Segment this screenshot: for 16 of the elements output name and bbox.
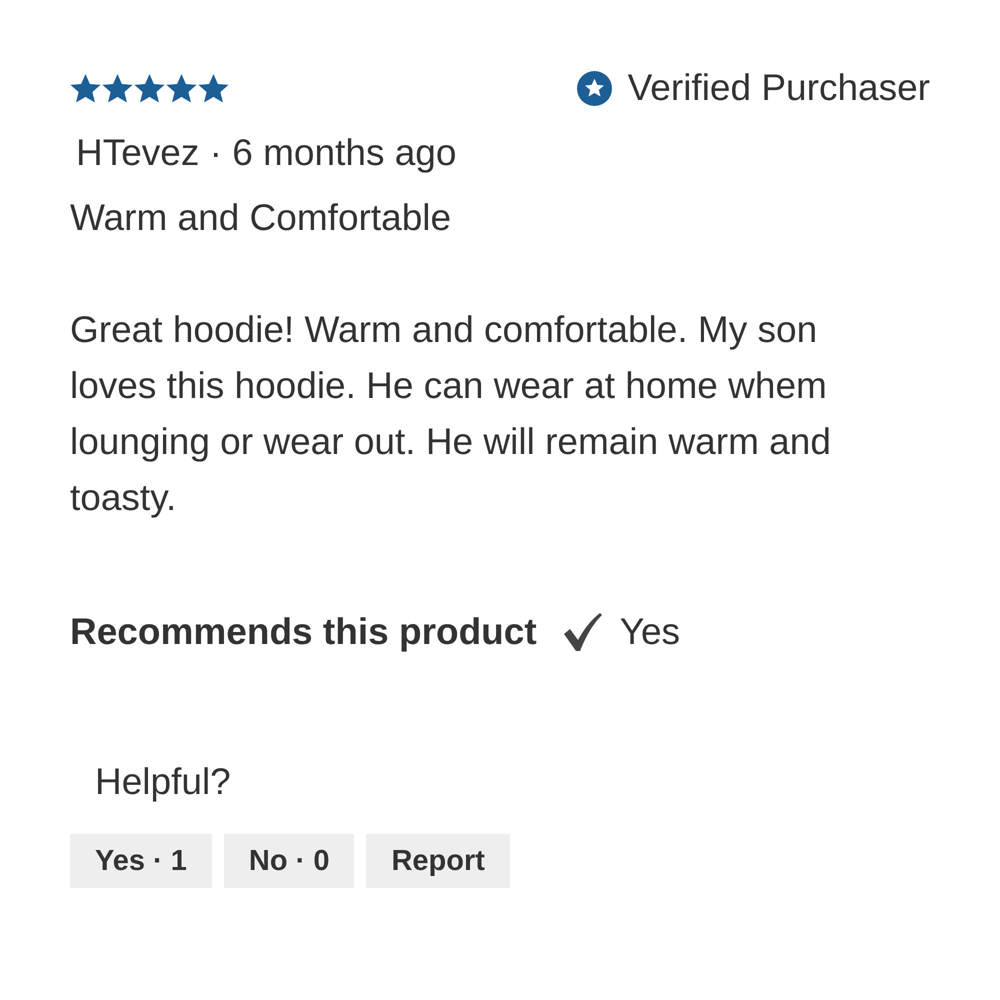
recommends-label: Recommends this product: [70, 611, 537, 653]
review-byline: HTevez · 6 months ago: [76, 133, 458, 173]
recommends-answer: Yes: [620, 611, 680, 653]
star-icon: [102, 74, 133, 102]
verified-badge-icon: [576, 70, 612, 106]
review-title: Warm and Comfortable: [70, 198, 452, 238]
review-text: Great hoodie! Warm and comfortable. My son loves this hoodie. He can wear at home whem lounging or wear out. He will remain warm and toasty.: [70, 308, 832, 520]
vote-button[interactable]: Report: [366, 834, 510, 888]
star-icon: [198, 74, 229, 102]
vote-button[interactable]: No · 0: [224, 834, 354, 888]
vote-button[interactable]: Yes · 1: [70, 834, 212, 888]
helpful-label: Helpful?: [95, 762, 232, 802]
verified-label: Verified Purchaser: [628, 67, 930, 109]
star-icon: [166, 74, 197, 102]
star-icon: [134, 74, 165, 102]
star-icon: [70, 74, 101, 102]
